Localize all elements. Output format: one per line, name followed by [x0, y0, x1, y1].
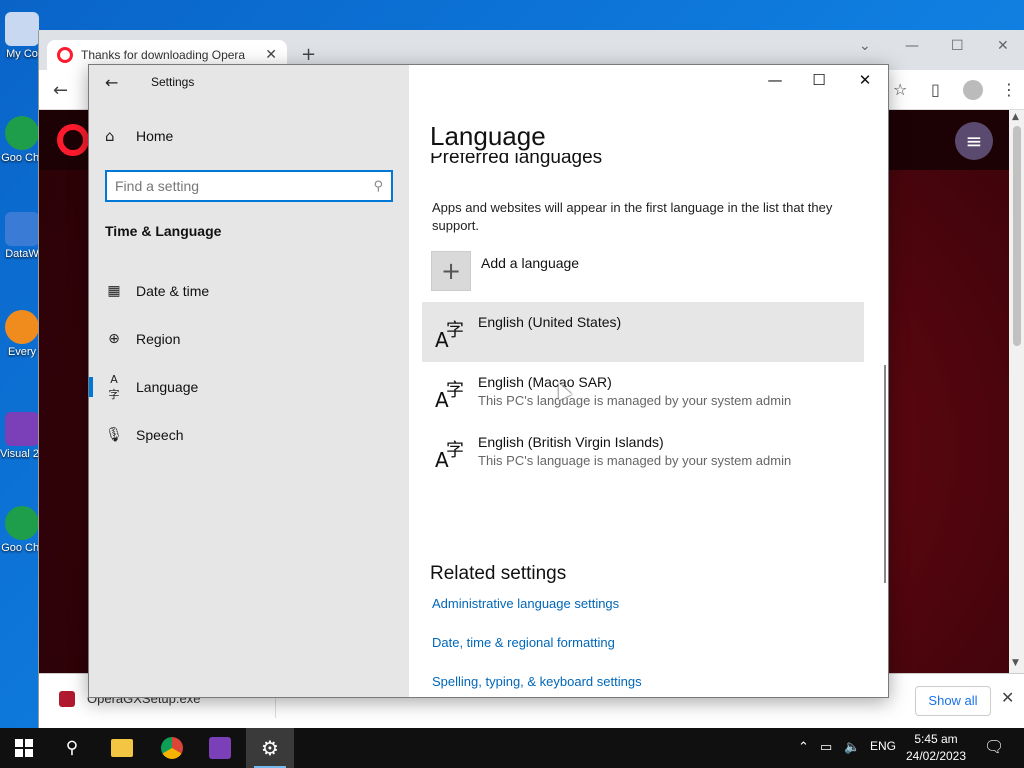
section-title: Time & Language	[105, 223, 222, 239]
language-name: English (Macao SAR)	[478, 374, 612, 390]
home-nav-item[interactable]: ⌂ Home	[105, 127, 173, 145]
settings-window-title: Settings	[151, 75, 195, 89]
calendar-clock-icon: ▦	[107, 283, 121, 299]
everything-icon	[5, 310, 39, 344]
tray-chevron-up-icon[interactable]: ⌃	[798, 739, 809, 755]
home-label: Home	[136, 128, 174, 144]
hamburger-menu-icon[interactable]: ≡	[955, 122, 993, 160]
scroll-down-icon[interactable]: ▼	[1012, 658, 1019, 668]
search-button[interactable]: ⚲	[48, 728, 96, 768]
taskbar-clock[interactable]: 5:45 am 24/02/2023	[900, 731, 972, 765]
new-tab-button[interactable]: +	[301, 44, 316, 65]
search-icon: ⚲	[65, 738, 79, 758]
clock-time: 5:45 am	[914, 732, 958, 746]
settings-search-input[interactable]	[115, 178, 374, 194]
chrome-icon	[5, 506, 39, 540]
taskbar-file-explorer[interactable]	[98, 728, 146, 768]
windows-logo-icon	[15, 739, 33, 757]
browser-back-icon[interactable]: ←	[53, 80, 68, 101]
language-icon: A字	[435, 380, 464, 412]
nav-item-label: Speech	[136, 427, 184, 443]
visual-studio-icon	[5, 412, 39, 446]
link-date-time-regional-formatting[interactable]: Date, time & regional formatting	[432, 635, 615, 650]
volume-icon[interactable]: 🔈	[844, 739, 860, 755]
search-icon: ⚲	[373, 178, 383, 194]
opera-favicon-icon	[57, 47, 73, 63]
plus-icon: +	[431, 251, 471, 291]
opera-gx-file-icon	[59, 690, 75, 707]
page-scrollbar[interactable]: ▲ ▼	[1009, 110, 1024, 673]
nav-item-label: Language	[136, 379, 199, 395]
language-name: English (British Virgin Islands)	[478, 434, 664, 450]
folder-icon	[111, 739, 133, 757]
add-language-label: Add a language	[481, 255, 580, 271]
microphone-icon: 🎙	[105, 427, 123, 443]
language-icon: A字	[435, 320, 464, 352]
scroll-up-icon[interactable]: ▲	[1012, 112, 1019, 122]
clock-date: 24/02/2023	[905, 749, 967, 763]
bookmark-star-icon[interactable]: ☆	[893, 80, 907, 99]
maximize-icon[interactable]: ☐	[807, 71, 831, 89]
opera-logo-icon[interactable]	[57, 124, 89, 156]
chrome-icon	[5, 116, 39, 150]
preferred-languages-description: Apps and websites will appear in the fir…	[432, 200, 833, 233]
preferred-languages-heading-text: Preferred languages	[430, 153, 603, 168]
language-managed-note: This PC's language is managed by your sy…	[478, 453, 792, 468]
taskbar-visual-studio[interactable]	[196, 728, 244, 768]
settings-content: — ☐ ✕ Language Preferred languages Apps …	[409, 65, 888, 697]
start-button[interactable]	[0, 728, 48, 768]
tab-close-icon[interactable]: ✕	[265, 47, 277, 63]
gear-icon: ⚙	[261, 736, 279, 760]
show-all-button[interactable]: Show all	[915, 686, 991, 716]
taskbar-settings[interactable]: ⚙	[246, 728, 294, 768]
notification-icon[interactable]: 🗨	[984, 737, 1004, 757]
page-title: Language	[430, 121, 546, 151]
link-administrative-language-settings[interactable]: Administrative language settings	[432, 596, 619, 611]
browser-minimize-icon[interactable]: —	[905, 38, 919, 54]
settings-scrollbar[interactable]	[884, 365, 886, 583]
language-name: English (United States)	[478, 314, 622, 330]
visual-studio-icon	[209, 737, 231, 759]
language-managed-note: This PC's language is managed by your sy…	[478, 393, 792, 408]
profile-avatar-icon[interactable]	[963, 80, 983, 100]
nav-item-speech[interactable]: 🎙 Speech	[89, 415, 409, 455]
input-language-indicator[interactable]: ENG	[870, 739, 896, 753]
language-item-en-us[interactable]: A字 English (United States)	[422, 302, 864, 362]
scroll-thumb[interactable]	[1013, 126, 1021, 346]
settings-sidebar: ← Settings ⌂ Home ⚲ Time & Language ▦ Da…	[89, 65, 409, 697]
back-arrow-icon[interactable]: ←	[105, 73, 118, 92]
settings-search-box[interactable]: ⚲	[105, 170, 393, 202]
nav-item-label: Date & time	[136, 283, 210, 299]
chrome-icon	[161, 737, 183, 759]
nav-item-language[interactable]: A字 Language	[89, 367, 409, 407]
network-icon[interactable]: ▭	[820, 739, 832, 755]
language-item-en-vg[interactable]: A字 English (British Virgin Islands) This…	[422, 422, 864, 482]
tab-search-chevron-icon[interactable]: ⌄	[859, 38, 871, 54]
side-panel-icon[interactable]: ▯	[931, 80, 940, 99]
taskbar: ⚲ ⚙ ⌃ ▭ 🔈 ENG 5:45 am 24/02/2023 🗨	[0, 728, 1024, 768]
browser-menu-icon[interactable]: ⋮	[1001, 80, 1017, 99]
browser-close-icon[interactable]: ✕	[997, 38, 1009, 54]
nav-item-date-time[interactable]: ▦ Date & time	[89, 271, 409, 311]
nav-item-region[interactable]: ⊕ Region	[89, 319, 409, 359]
globe-icon: ⊕	[108, 331, 120, 347]
close-icon[interactable]: ✕	[853, 71, 877, 89]
tab-title: Thanks for downloading Opera	[81, 48, 246, 62]
home-icon: ⌂	[105, 127, 115, 145]
related-settings-heading: Related settings	[430, 563, 567, 584]
language-icon: A字	[108, 372, 120, 401]
minimize-icon[interactable]: —	[763, 71, 787, 89]
language-icon: A字	[435, 440, 464, 472]
download-bar-close-icon[interactable]: ✕	[1001, 688, 1014, 707]
browser-maximize-icon[interactable]: ☐	[951, 38, 964, 54]
language-item-en-mo[interactable]: A字 English (Macao SAR) This PC's languag…	[422, 362, 864, 422]
settings-window: ← Settings ⌂ Home ⚲ Time & Language ▦ Da…	[88, 64, 889, 698]
add-language-button[interactable]: + Add a language	[431, 251, 579, 291]
nav-item-label: Region	[136, 331, 181, 347]
link-spelling-typing-keyboard[interactable]: Spelling, typing, & keyboard settings	[432, 674, 642, 689]
preferred-languages-heading: Preferred languages	[430, 153, 730, 177]
taskbar-chrome[interactable]	[148, 728, 196, 768]
datawrapper-icon	[5, 212, 39, 246]
computer-icon	[5, 12, 39, 46]
